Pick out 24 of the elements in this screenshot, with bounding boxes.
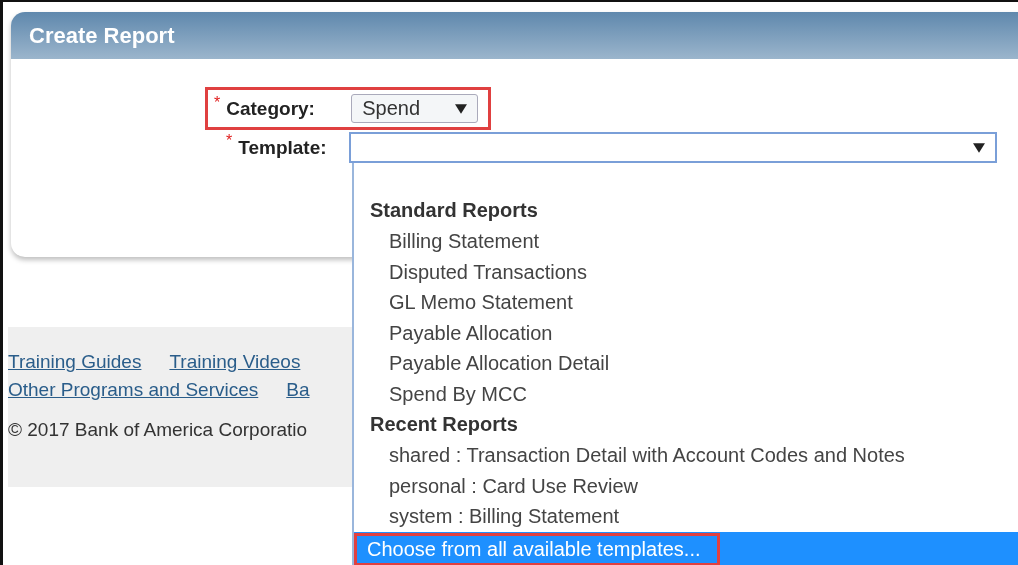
dropdown-option[interactable]: Spend By MCC	[354, 378, 1018, 409]
dropdown-option[interactable]: Disputed Transactions	[354, 256, 1018, 287]
dropdown-option[interactable]: personal : Card Use Review	[354, 470, 1018, 501]
dropdown-option[interactable]: Payable Allocation Detail	[354, 348, 1018, 379]
category-select[interactable]: Spend	[351, 94, 479, 123]
required-mark: *	[226, 132, 233, 150]
template-select[interactable]	[348, 132, 997, 163]
dropdown-option[interactable]: system : Billing Statement	[354, 501, 1018, 532]
dropdown-option[interactable]: shared : Transaction Detail with Account Codes and Notes	[354, 440, 1018, 471]
footer-link[interactable]: Training Videos	[169, 351, 301, 373]
dropdown-option[interactable]: GL Memo Statement	[354, 287, 1018, 318]
template-label: Template:	[238, 136, 327, 159]
footer-link[interactable]: Training Guides	[8, 351, 142, 373]
dropdown-option[interactable]: Billing Statement	[354, 226, 1018, 257]
group-heading: Recent Reports	[369, 412, 519, 437]
caret-icon	[972, 142, 985, 153]
footer-link[interactable]: Ba	[286, 379, 310, 401]
required-mark: *	[214, 94, 221, 112]
group-heading: Standard Reports	[369, 198, 539, 223]
dropdown-option[interactable]: Payable Allocation	[354, 317, 1018, 348]
caret-icon	[455, 103, 468, 114]
panel-title: Create Report	[29, 22, 175, 49]
category-label: Category:	[226, 97, 316, 120]
footer-link[interactable]: Other Programs and Services	[8, 379, 259, 401]
